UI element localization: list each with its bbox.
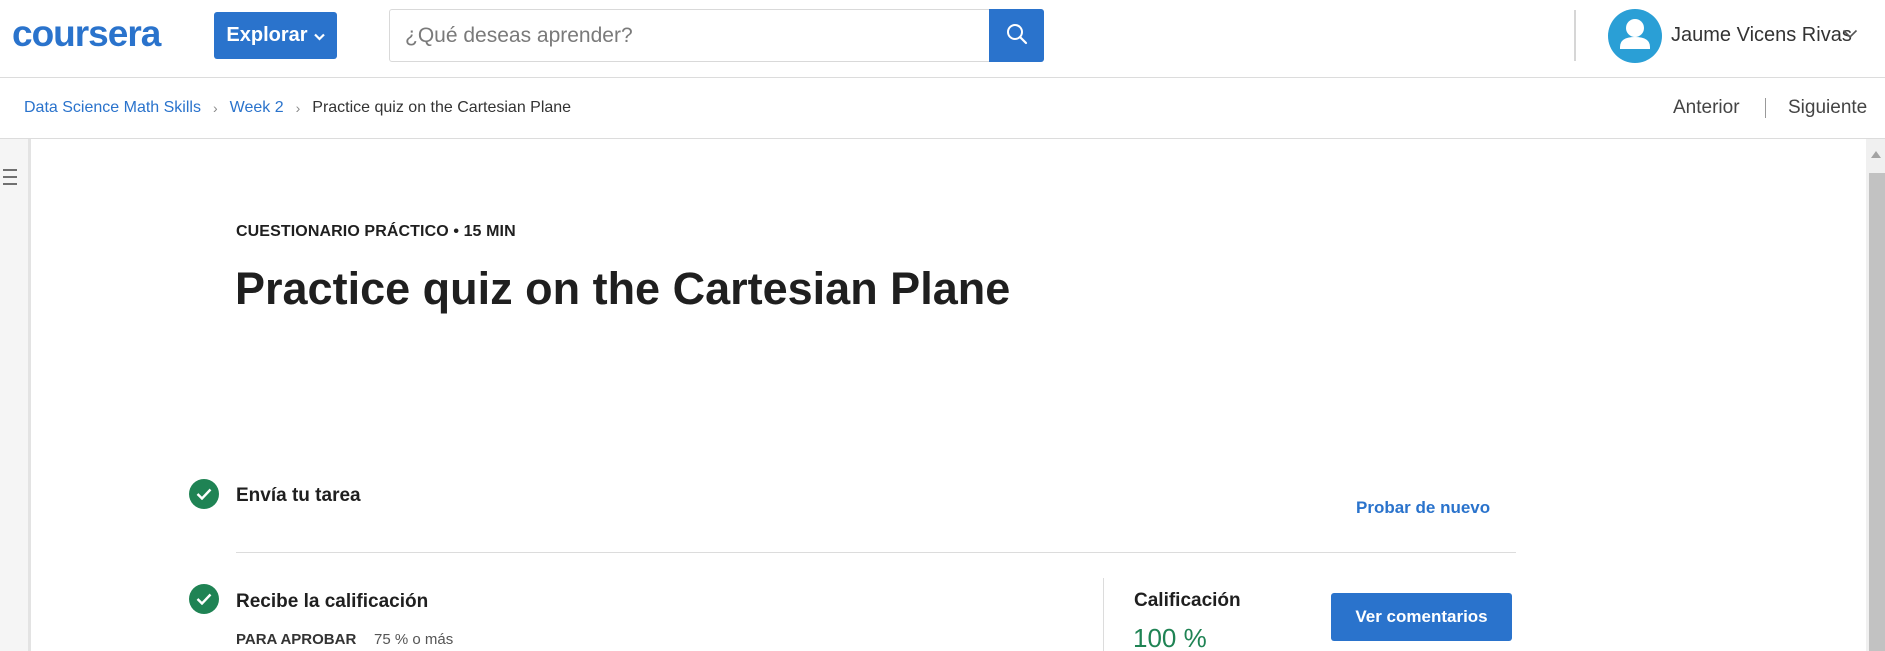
explore-button[interactable]: Explorar: [214, 12, 337, 59]
nav-divider: [1765, 98, 1766, 118]
chevron-down-icon[interactable]: [1842, 26, 1858, 44]
step-grade-title: Recibe la calificación: [236, 591, 429, 612]
check-icon: [189, 479, 219, 509]
pass-value: 75 % o más: [374, 631, 454, 648]
search-bar: [389, 9, 1044, 62]
pass-label: PARA APROBAR: [236, 631, 357, 648]
menu-icon[interactable]: [2, 167, 18, 192]
breadcrumb-current: Practice quiz on the Cartesian Plane: [312, 99, 572, 116]
retry-link[interactable]: Probar de nuevo: [1356, 498, 1490, 518]
previous-link[interactable]: Anterior: [1673, 97, 1740, 119]
check-icon: [189, 584, 219, 614]
logo-text: coursera: [12, 14, 162, 54]
vertical-divider: [1103, 578, 1104, 651]
user-name[interactable]: Jaume Vicens Rivas: [1671, 24, 1852, 47]
grade-label: Calificación: [1134, 590, 1241, 611]
avatar[interactable]: [1608, 9, 1662, 63]
user-icon: [1608, 9, 1662, 63]
item-type: CUESTIONARIO PRÁCTICO • 15 MIN: [236, 223, 516, 240]
header-divider: [1574, 10, 1576, 61]
scroll-thumb[interactable]: [1869, 173, 1885, 651]
chevron-down-icon: [313, 29, 325, 44]
search-icon: [1005, 22, 1029, 49]
top-header: coursera Explorar Jaume Vicens Rivas: [0, 0, 1885, 78]
grade-value: 100 %: [1133, 623, 1207, 651]
explore-label: Explorar: [226, 24, 308, 46]
breadcrumb-week[interactable]: Week 2: [230, 99, 284, 117]
chevron-right-icon: ›: [212, 100, 218, 116]
coursera-logo[interactable]: coursera: [12, 12, 182, 56]
divider: [236, 552, 1516, 553]
chevron-right-icon: ›: [295, 100, 301, 116]
step-submit-title: Envía tu tarea: [236, 485, 361, 506]
left-rail: [0, 139, 31, 651]
breadcrumb-bar: Data Science Math Skills › Week 2 › Prac…: [0, 78, 1885, 139]
page-title: Practice quiz on the Cartesian Plane: [235, 263, 1011, 314]
view-feedback-button[interactable]: Ver comentarios: [1331, 593, 1512, 641]
breadcrumb-course[interactable]: Data Science Math Skills: [24, 99, 201, 117]
search-button[interactable]: [989, 9, 1044, 62]
next-link[interactable]: Siguiente: [1788, 97, 1867, 119]
scrollbar[interactable]: [1866, 139, 1885, 651]
search-input[interactable]: [390, 10, 989, 61]
breadcrumb: Data Science Math Skills › Week 2 › Prac…: [24, 99, 571, 117]
scroll-up-arrow-icon[interactable]: [1871, 151, 1881, 158]
